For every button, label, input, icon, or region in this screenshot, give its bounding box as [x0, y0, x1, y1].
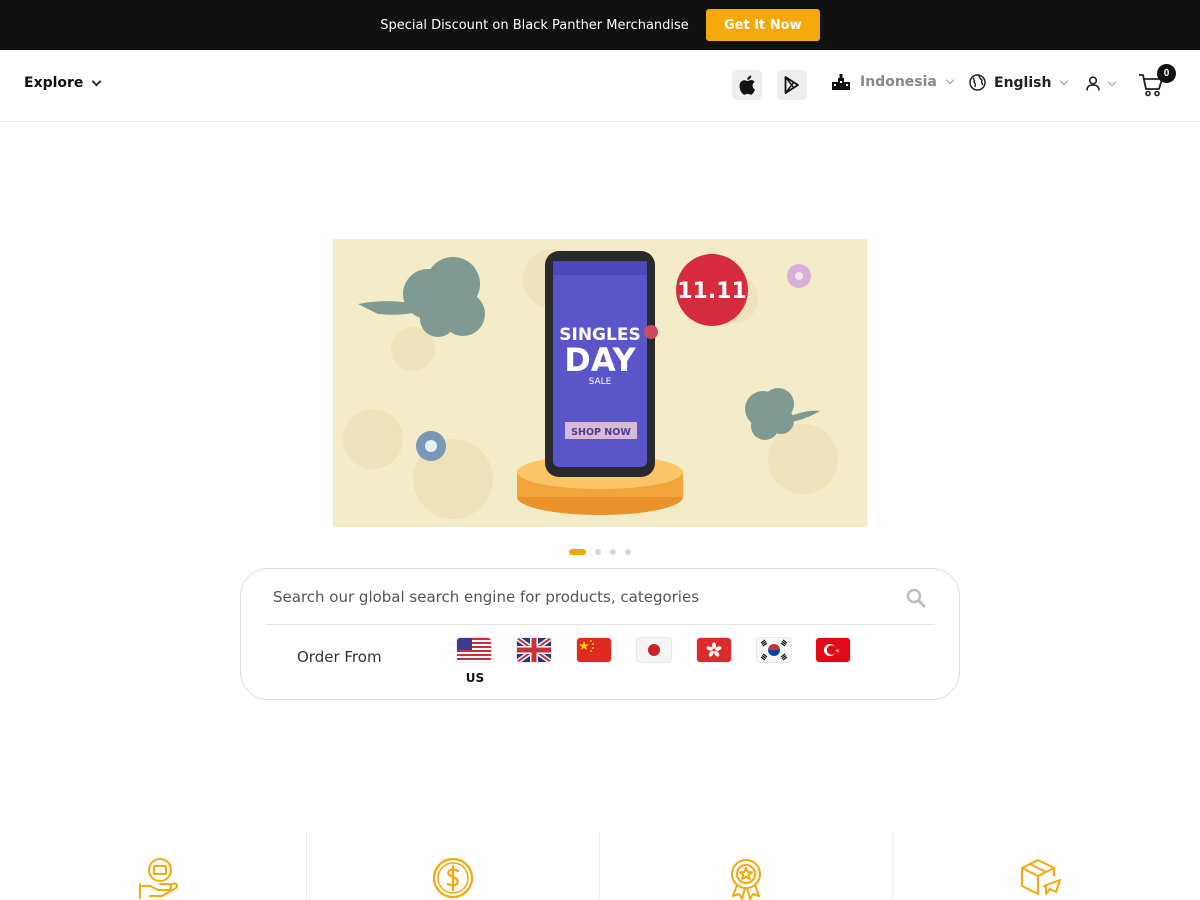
feature-1	[14, 832, 307, 900]
app-store-button[interactable]	[732, 70, 762, 100]
slide-dot-3[interactable]	[610, 549, 616, 555]
dollar-icon	[432, 857, 474, 899]
promo-banner[interactable]: 11.11 SINGLES DAY SALE SHOP NOW	[333, 239, 867, 527]
flag-kr[interactable]	[757, 638, 791, 662]
user-icon	[1086, 76, 1100, 91]
search-panel: Order From	[240, 568, 960, 700]
plane-box-icon	[1020, 859, 1061, 895]
apple-icon	[739, 75, 755, 95]
banner-line2: DAY	[564, 341, 636, 379]
feature-4	[893, 832, 1186, 900]
selected-country-code: US	[465, 671, 485, 685]
search-icon[interactable]	[906, 588, 926, 608]
chevron-down-icon	[1060, 76, 1069, 85]
search-input[interactable]	[266, 577, 886, 617]
country-icon	[832, 74, 850, 90]
flower-pink	[787, 264, 811, 288]
flag-jp[interactable]	[637, 638, 671, 662]
header: Explore Indonesia English 0	[0, 50, 1200, 122]
language-label: English	[994, 74, 1052, 91]
google-play-icon	[784, 76, 799, 94]
singles-day-banner-image: 11.11 SINGLES DAY SALE SHOP NOW	[333, 239, 867, 527]
features-row	[14, 832, 1186, 900]
promo-bar: Special Discount on Black Panther Mercha…	[0, 0, 1200, 50]
chevron-down-icon	[91, 76, 102, 86]
explore-menu[interactable]: Explore	[24, 75, 102, 91]
language-selector[interactable]: English	[969, 74, 1069, 91]
banner-cta: SHOP NOW	[571, 427, 631, 438]
banner-line3: SALE	[589, 377, 612, 387]
flag-tr[interactable]	[816, 638, 850, 662]
cart-count-badge: 0	[1157, 64, 1176, 83]
country-selector[interactable]: Indonesia	[832, 74, 955, 90]
banner-pagination	[569, 549, 640, 555]
feature-2	[307, 832, 600, 900]
slide-dot-4[interactable]	[625, 549, 631, 555]
globe-icon	[969, 74, 986, 91]
chevron-down-icon	[1107, 77, 1117, 86]
slide-dot-1[interactable]	[569, 549, 586, 555]
explore-label: Explore	[24, 75, 84, 91]
flag-us[interactable]	[457, 638, 491, 662]
sale-badge: 11.11	[677, 279, 747, 304]
flag-uk[interactable]	[517, 638, 551, 662]
flower-blue	[416, 431, 446, 461]
get-it-now-button[interactable]: Get It Now	[705, 9, 820, 41]
flag-cn[interactable]	[577, 638, 611, 662]
search-row	[266, 569, 935, 625]
google-play-button[interactable]	[777, 70, 807, 100]
chevron-down-icon	[945, 75, 955, 85]
account-menu[interactable]	[1086, 76, 1117, 91]
flag-hk[interactable]	[697, 638, 731, 662]
hand-coin-icon	[139, 858, 178, 899]
order-from-label: Order From	[297, 648, 382, 666]
feature-3	[600, 832, 893, 900]
award-icon	[731, 859, 761, 900]
country-label: Indonesia	[860, 74, 937, 90]
promo-text: Special Discount on Black Panther Mercha…	[380, 17, 689, 33]
slide-dot-2[interactable]	[595, 549, 601, 555]
